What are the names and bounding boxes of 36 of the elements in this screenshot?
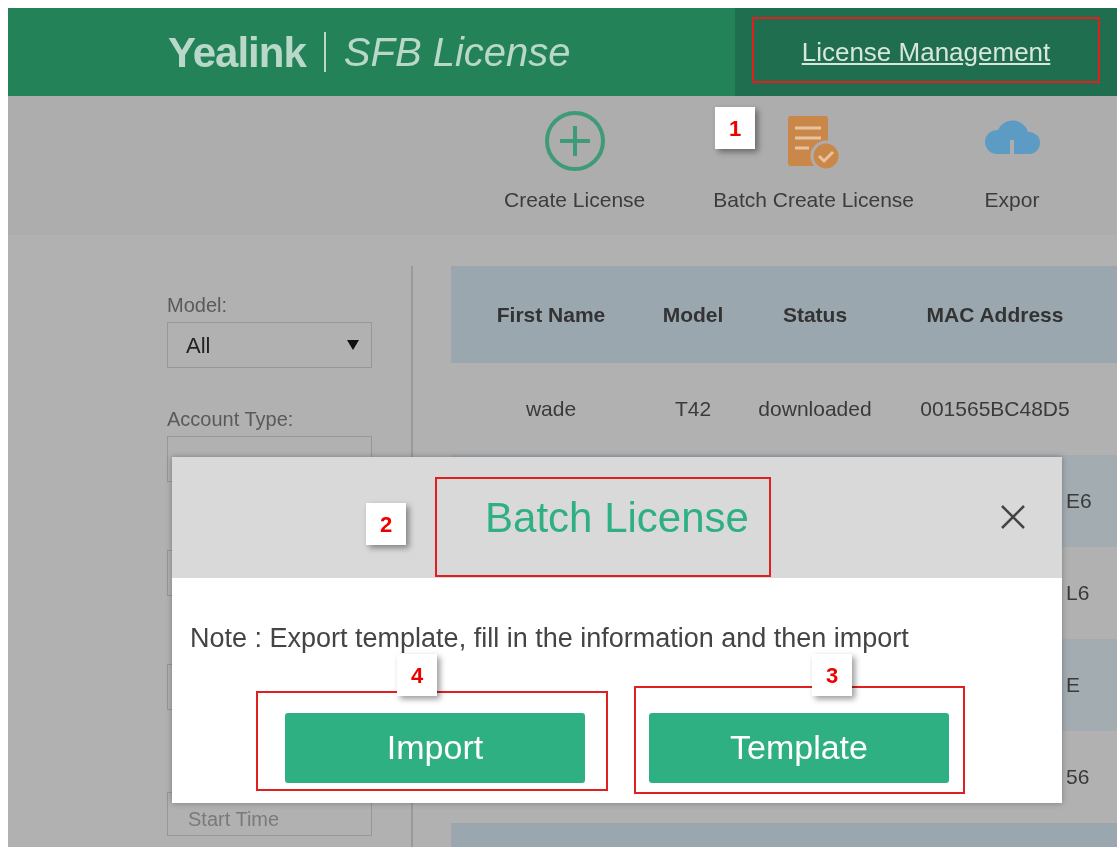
table-cell: wade (525, 397, 577, 421)
document-check-icon (785, 113, 842, 172)
callout-label: 2 (366, 503, 406, 545)
nav-link[interactable]: License Management (735, 8, 1117, 96)
callout-label: 1 (715, 107, 755, 149)
brand-logo: Yealink (168, 27, 306, 78)
column-header: Model (661, 301, 725, 328)
import-button[interactable]: Import (285, 712, 585, 783)
close-icon (1000, 504, 1026, 530)
logo-divider (323, 32, 326, 72)
toolbar-link[interactable]: Create License (504, 183, 646, 215)
table-cell: 001565BC48D5 (920, 397, 1070, 421)
table-cell: L6 (1066, 581, 1090, 605)
column-header: Status (781, 301, 849, 328)
callout-label: 3 (812, 654, 852, 696)
table-cell: downloaded (758, 397, 872, 421)
plus-circle-icon (543, 109, 606, 172)
filter-label: Account Type: (167, 407, 295, 428)
template-button[interactable]: Template (649, 712, 949, 783)
table-cell: T42 (674, 397, 712, 421)
table-cell: 56 (1066, 765, 1090, 789)
select-field[interactable]: All (167, 322, 372, 368)
filter-label: Model: (167, 293, 229, 314)
column-header: First Name (495, 301, 607, 328)
table-cell: E6 (1066, 489, 1092, 513)
close-button[interactable] (1000, 504, 1026, 530)
select-value: All (186, 331, 211, 360)
table-cell: E (1066, 673, 1080, 697)
caret-icon (347, 340, 359, 350)
dialog-note: Note : Export template, fill in the information and then import (189, 622, 910, 655)
callout-label: 4 (397, 654, 437, 696)
dialog-title: Batch License (485, 493, 749, 543)
toolbar-link[interactable]: Batch Create License (713, 183, 915, 215)
column-header: MAC Address (925, 301, 1065, 328)
toolbar-link[interactable]: Expor (984, 183, 1040, 215)
product-name: SFB License (343, 29, 571, 76)
